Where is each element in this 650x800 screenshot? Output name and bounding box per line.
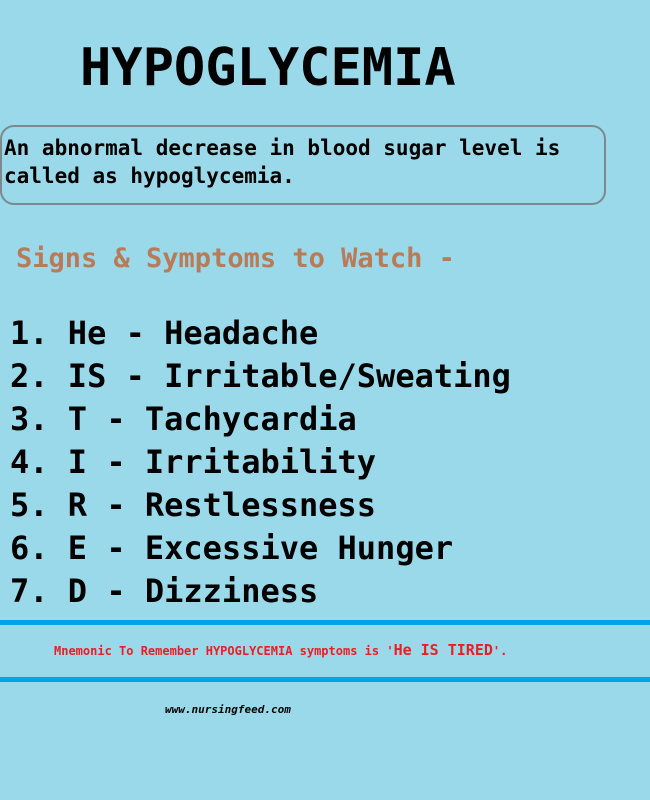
- symptom-item: 6. E - Excessive Hunger: [10, 529, 454, 567]
- symptom-item: 7. D - Dizziness: [10, 572, 319, 610]
- page-title: HYPOGLYCEMIA: [80, 38, 456, 98]
- symptom-list: 1. He - Headache 2. IS - Irritable/Sweat…: [10, 312, 511, 613]
- mnemonic-suffix: '.: [492, 644, 508, 658]
- mnemonic-note: Mnemonic To Remember HYPOGLYCEMIA sympto…: [54, 641, 507, 659]
- divider-top: [0, 620, 650, 625]
- symptoms-heading: Signs & Symptoms to Watch -: [16, 243, 455, 274]
- symptom-item: 5. R - Restlessness: [10, 486, 377, 524]
- divider-bottom: [0, 677, 650, 682]
- source-url: www.nursingfeed.com: [165, 703, 291, 716]
- symptom-item: 1. He - Headache: [10, 314, 319, 352]
- mnemonic-phrase: He IS TIRED: [393, 641, 493, 659]
- mnemonic-prefix: Mnemonic To Remember HYPOGLYCEMIA sympto…: [54, 644, 394, 658]
- symptom-item: 3. T - Tachycardia: [10, 400, 357, 438]
- symptom-item: 4. I - Irritability: [10, 443, 377, 481]
- symptom-item: 2. IS - Irritable/Sweating: [10, 357, 511, 395]
- definition-text: An abnormal decrease in blood sugar leve…: [4, 136, 561, 188]
